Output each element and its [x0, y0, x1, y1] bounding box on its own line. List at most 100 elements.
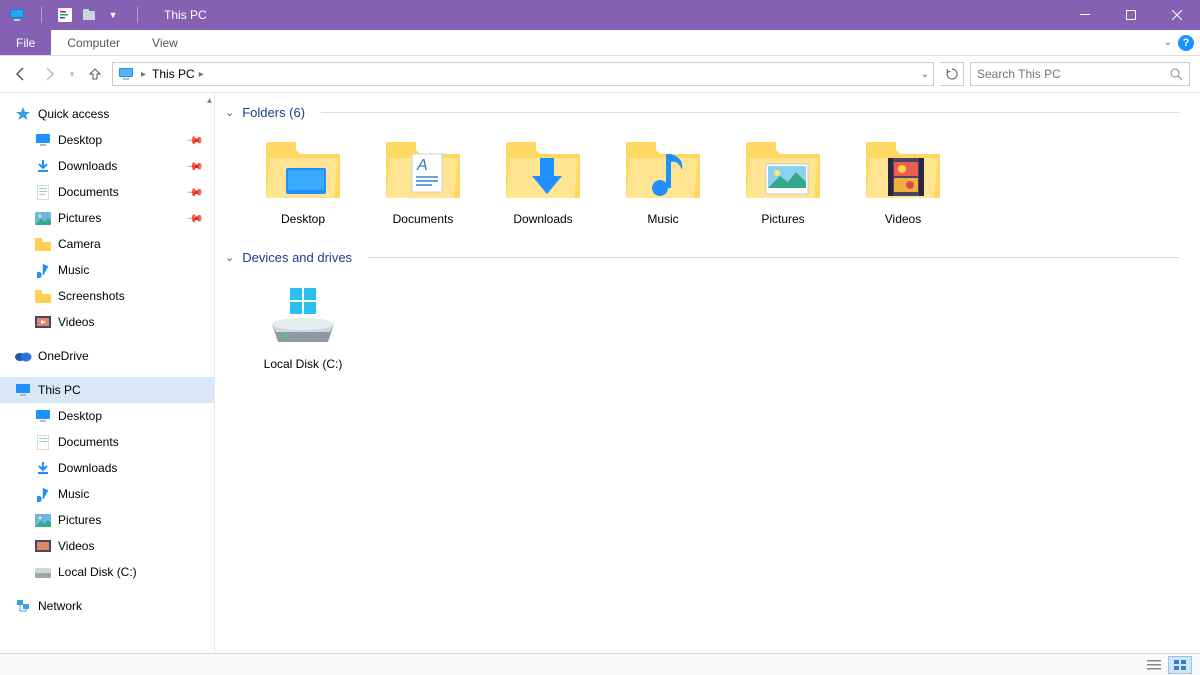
pin-icon: 📌 — [186, 131, 205, 150]
tile-label: Desktop — [243, 212, 363, 226]
sidebar-item-music[interactable]: Music — [0, 257, 214, 283]
title-bar: ▼ This PC — [0, 0, 1200, 30]
sidebar-item-label: Desktop — [58, 133, 102, 147]
tab-computer[interactable]: Computer — [51, 30, 136, 55]
large-icons-view-button[interactable] — [1168, 656, 1192, 674]
sidebar-item-label: Desktop — [58, 409, 102, 423]
properties-icon[interactable] — [56, 6, 74, 24]
address-dropdown-icon[interactable]: ⌄ — [921, 69, 929, 80]
address-bar[interactable]: ▸ This PC ▸ ⌄ — [112, 62, 934, 86]
search-icon — [1170, 68, 1183, 81]
sidebar-item-camera[interactable]: Camera — [0, 231, 214, 257]
tile-label: Videos — [843, 212, 963, 226]
this-pc-icon — [14, 381, 32, 399]
sidebar-item-desktop[interactable]: Desktop 📌 — [0, 127, 214, 153]
star-icon — [14, 105, 32, 123]
details-view-button[interactable] — [1142, 656, 1166, 674]
music-folder-icon — [623, 136, 703, 206]
videos-icon — [34, 537, 52, 555]
sidebar-item-music[interactable]: Music — [0, 481, 214, 507]
sidebar-item-documents[interactable]: Documents — [0, 429, 214, 455]
folder-tile-documents[interactable]: A Documents — [363, 136, 483, 226]
sidebar-item-documents[interactable]: Documents 📌 — [0, 179, 214, 205]
sidebar-item-local-disk[interactable]: Local Disk (C:) — [0, 559, 214, 585]
divider — [368, 257, 1180, 258]
sidebar-item-pictures[interactable]: Pictures — [0, 507, 214, 533]
search-input[interactable] — [977, 67, 1164, 81]
tile-label: Documents — [363, 212, 483, 226]
file-tab[interactable]: File — [0, 30, 51, 55]
pictures-icon — [34, 511, 52, 529]
this-pc-icon[interactable] — [8, 6, 26, 24]
quick-access-toolbar: ▼ — [0, 6, 154, 24]
breadcrumb-label: This PC — [152, 67, 195, 81]
new-folder-icon[interactable] — [80, 6, 98, 24]
sidebar-item-label: Videos — [58, 315, 94, 329]
divider — [321, 112, 1180, 113]
maximize-button[interactable] — [1108, 0, 1154, 30]
refresh-button[interactable] — [940, 62, 964, 86]
scroll-up-icon[interactable]: ▴ — [207, 95, 212, 106]
chevron-right-icon[interactable]: ▸ — [199, 69, 204, 80]
folder-tile-pictures[interactable]: Pictures — [723, 136, 843, 226]
sidebar-item-videos[interactable]: Videos — [0, 533, 214, 559]
sidebar-network[interactable]: Network — [0, 593, 214, 619]
downloads-folder-icon — [503, 136, 583, 206]
recent-dropdown-icon[interactable]: ▾ — [66, 63, 78, 85]
sidebar-item-label: Downloads — [58, 461, 117, 475]
tile-label: Local Disk (C:) — [243, 357, 363, 371]
pin-icon: 📌 — [186, 209, 205, 228]
drive-tile-local-disk-c[interactable]: Local Disk (C:) — [243, 281, 363, 371]
sidebar-item-videos[interactable]: Videos — [0, 309, 214, 335]
pictures-folder-icon — [743, 136, 823, 206]
folder-tile-videos[interactable]: Videos — [843, 136, 963, 226]
document-icon — [34, 433, 52, 451]
sidebar-item-downloads[interactable]: Downloads — [0, 455, 214, 481]
sidebar-label: Network — [38, 599, 82, 613]
sidebar-onedrive[interactable]: OneDrive — [0, 343, 214, 369]
section-drives[interactable]: ⌄ Devices and drives — [219, 246, 1200, 269]
breadcrumb-this-pc[interactable]: This PC ▸ — [152, 67, 204, 81]
ribbon-expand-icon[interactable]: ⌄ — [1164, 37, 1172, 48]
chevron-right-icon[interactable]: ▸ — [141, 69, 146, 80]
up-button[interactable] — [84, 63, 106, 85]
folder-icon — [34, 287, 52, 305]
sidebar-item-label: Camera — [58, 237, 101, 251]
status-bar — [0, 653, 1200, 675]
sidebar-this-pc[interactable]: This PC — [0, 377, 214, 403]
sidebar-item-screenshots[interactable]: Screenshots — [0, 283, 214, 309]
sidebar-item-label: Local Disk (C:) — [58, 565, 137, 579]
window-title: This PC — [154, 8, 207, 22]
download-icon — [34, 157, 52, 175]
pin-icon: 📌 — [186, 157, 205, 176]
qat-separator — [128, 6, 146, 24]
sidebar-item-label: Videos — [58, 539, 94, 553]
sidebar-item-label: Documents — [58, 185, 119, 199]
sidebar-item-label: Pictures — [58, 513, 101, 527]
folder-tile-desktop[interactable]: Desktop — [243, 136, 363, 226]
tab-view[interactable]: View — [136, 30, 194, 55]
back-button[interactable] — [10, 63, 32, 85]
qat-dropdown-icon[interactable]: ▼ — [104, 6, 122, 24]
videos-folder-icon — [863, 136, 943, 206]
minimize-button[interactable] — [1062, 0, 1108, 30]
tile-label: Pictures — [723, 212, 843, 226]
folder-tile-downloads[interactable]: Downloads — [483, 136, 603, 226]
music-icon — [34, 485, 52, 503]
search-box[interactable] — [970, 62, 1190, 86]
help-icon[interactable]: ? — [1178, 35, 1194, 51]
sidebar-quick-access[interactable]: Quick access — [0, 101, 214, 127]
chevron-down-icon: ⌄ — [225, 106, 234, 119]
close-button[interactable] — [1154, 0, 1200, 30]
forward-button[interactable] — [38, 63, 60, 85]
sidebar-item-pictures[interactable]: Pictures 📌 — [0, 205, 214, 231]
onedrive-icon — [14, 347, 32, 365]
folder-tile-music[interactable]: Music — [603, 136, 723, 226]
network-icon — [14, 597, 32, 615]
disk-icon — [34, 563, 52, 581]
sidebar-item-desktop[interactable]: Desktop — [0, 403, 214, 429]
sidebar-item-downloads[interactable]: Downloads 📌 — [0, 153, 214, 179]
pictures-icon — [34, 209, 52, 227]
music-icon — [34, 261, 52, 279]
section-folders[interactable]: ⌄ Folders (6) — [219, 101, 1200, 124]
